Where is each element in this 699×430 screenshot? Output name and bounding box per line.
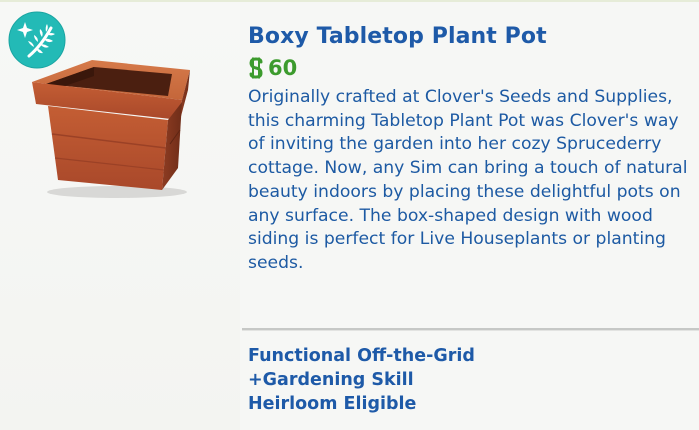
simoleon-icon: [249, 57, 263, 79]
item-tooltip-panel: Boxy Tabletop Plant Pot 60 Originally cr…: [0, 0, 699, 430]
item-title: Boxy Tabletop Plant Pot: [248, 24, 547, 49]
plant-pot-image: [32, 60, 190, 198]
tag-heirloom-eligible: Heirloom Eligible: [248, 394, 417, 414]
item-price: 60: [248, 56, 688, 80]
item-preview-area: [0, 2, 240, 430]
item-details: Boxy Tabletop Plant Pot 60 Originally cr…: [248, 24, 688, 276]
tag-gardening-skill: +Gardening Skill: [248, 370, 414, 390]
tag-off-the-grid: Functional Off-the-Grid: [248, 346, 475, 366]
divider: [242, 328, 699, 331]
item-description: Originally crafted at Clover's Seeds and…: [248, 87, 688, 273]
item-tags: Functional Off-the-Grid +Gardening Skill…: [248, 344, 688, 416]
price-value: 60: [268, 56, 298, 80]
